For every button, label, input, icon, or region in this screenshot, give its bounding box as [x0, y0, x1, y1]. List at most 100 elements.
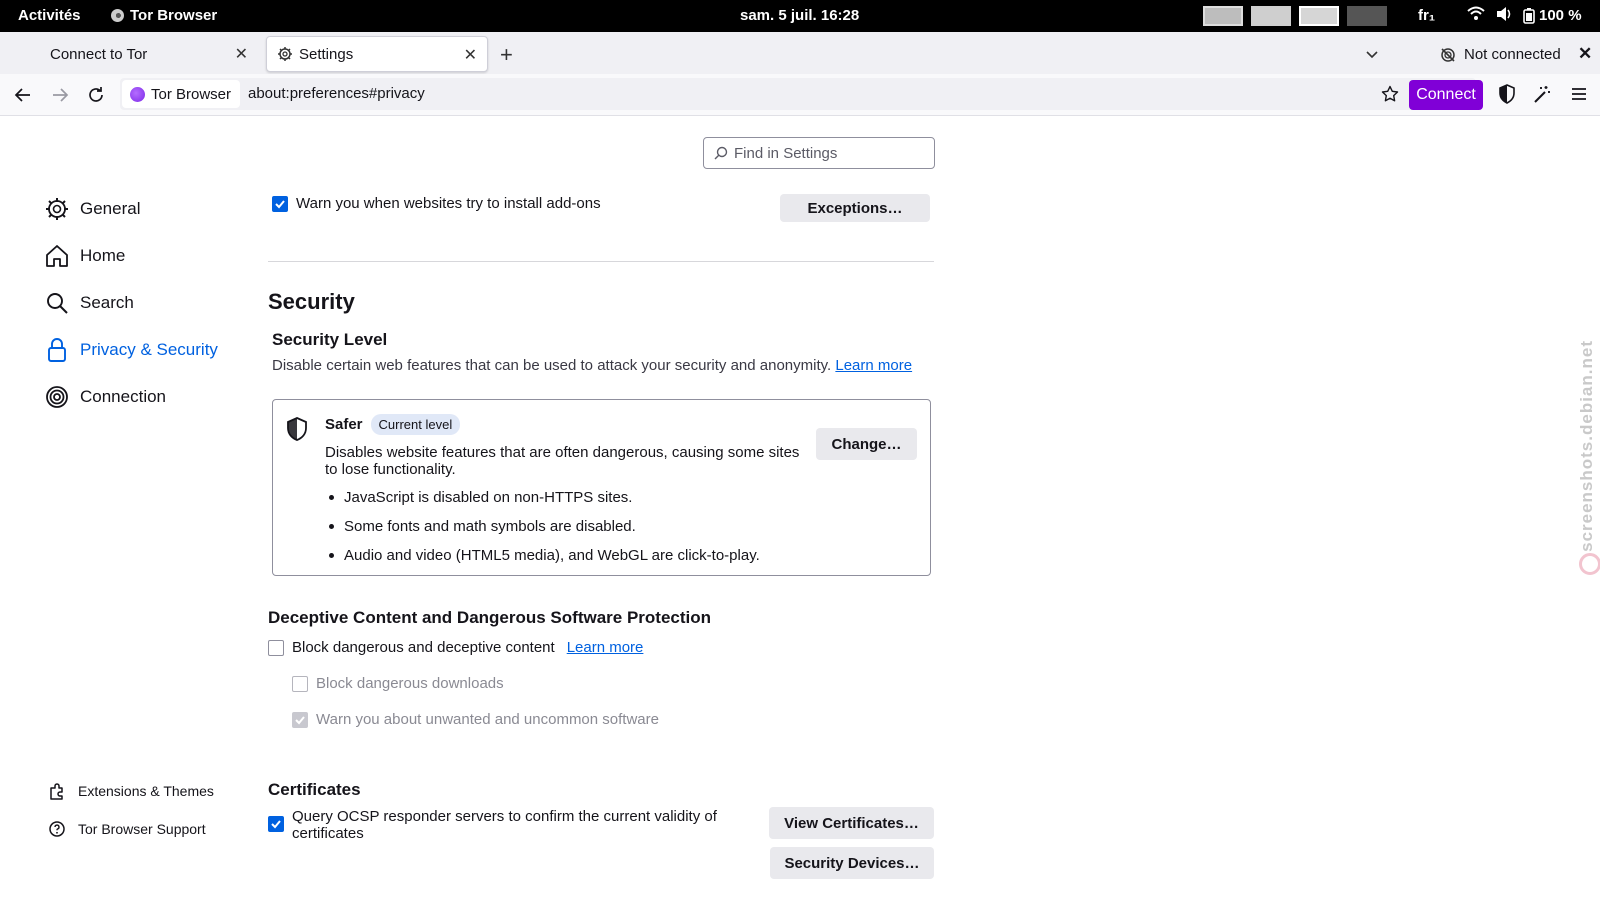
- battery-indicator[interactable]: 100 %: [1523, 7, 1582, 24]
- sidebar-browser-support[interactable]: Tor Browser Support: [48, 820, 206, 838]
- sidebar-label: General: [80, 199, 141, 218]
- gear-icon: [277, 46, 293, 62]
- security-level-card: Safer Current level Disables website fea…: [272, 399, 931, 576]
- summary-line-1: Disables website features that are often…: [325, 444, 800, 461]
- tor-connection-status[interactable]: Not connected: [1440, 46, 1561, 63]
- chevron-down-icon[interactable]: [1364, 46, 1380, 67]
- url-bar[interactable]: Tor Browser about:preferences#privacy: [120, 78, 1476, 110]
- ocsp-checkbox[interactable]: [268, 816, 284, 832]
- disconnected-onion-icon: [1441, 47, 1455, 62]
- security-bullet: JavaScript is disabled on non-HTTPS site…: [329, 489, 632, 506]
- hamburger-menu-icon[interactable]: [1570, 86, 1588, 107]
- gear-icon: [46, 198, 68, 220]
- bullet-text: Some fonts and math symbols are disabled…: [344, 518, 636, 535]
- warn-addons-row[interactable]: Warn you when websites try to install ad…: [272, 195, 601, 212]
- bookmark-star-icon[interactable]: [1381, 85, 1399, 108]
- sidebar-item-privacy-security[interactable]: Privacy & Security: [44, 337, 218, 363]
- tab-settings[interactable]: Settings ✕: [266, 36, 488, 72]
- section-divider: [268, 261, 934, 262]
- deceptive-learn-more-link[interactable]: Learn more: [567, 639, 644, 656]
- sidebar-item-home[interactable]: Home: [44, 243, 125, 269]
- volume-icon: [1497, 7, 1511, 21]
- block-downloads-checkbox[interactable]: [292, 675, 308, 692]
- shield-icon[interactable]: [1498, 84, 1516, 109]
- tab-connect-to-tor[interactable]: Connect to Tor ✕: [40, 36, 258, 72]
- checkmark-icon: [271, 820, 281, 829]
- sidebar-extensions-themes[interactable]: Extensions & Themes: [48, 782, 214, 800]
- warn-addons-checkbox[interactable]: [272, 195, 288, 212]
- block-dangerous-label: Block dangerous and deceptive content: [292, 639, 555, 656]
- app-name: Tor Browser: [130, 7, 218, 24]
- ocsp-row[interactable]: Query OCSP responder servers to confirm …: [268, 808, 717, 842]
- view-certificates-button[interactable]: View Certificates…: [769, 807, 934, 839]
- exceptions-button[interactable]: Exceptions…: [780, 194, 930, 222]
- bullet-text: Audio and video (HTML5 media), and WebGL…: [344, 547, 760, 564]
- sidebar-label: Extensions & Themes: [78, 783, 214, 799]
- block-dangerous-row[interactable]: Block dangerous and deceptive content Le…: [268, 639, 643, 656]
- tor-status-label: Not connected: [1464, 46, 1561, 63]
- security-level-desc-text: Disable certain web features that can be…: [272, 357, 832, 374]
- find-in-settings-input[interactable]: Find in Settings: [703, 137, 935, 169]
- close-tab-icon[interactable]: ✕: [464, 45, 477, 65]
- activities-button[interactable]: Activités: [18, 7, 81, 24]
- ocsp-label: Query OCSP responder servers to confirm …: [292, 808, 717, 842]
- battery-icon: [1523, 7, 1535, 24]
- wifi-icon: [1467, 6, 1485, 20]
- search-icon: [714, 146, 728, 160]
- ocsp-label-line-2: certificates: [292, 825, 364, 842]
- settings-page: Find in Settings General Home Search Pri…: [0, 117, 1600, 900]
- new-identity-wand-icon[interactable]: [1532, 84, 1552, 109]
- workspace-3[interactable]: [1299, 6, 1339, 26]
- system-status-area[interactable]: [1467, 5, 1513, 23]
- sidebar-label: Home: [80, 246, 126, 265]
- ocsp-label-line-1: Query OCSP responder servers to confirm …: [292, 808, 717, 825]
- warn-unwanted-checkbox[interactable]: [292, 711, 308, 728]
- warn-unwanted-row[interactable]: Warn you about unwanted and uncommon sof…: [292, 711, 659, 728]
- battery-percent: 100 %: [1539, 7, 1582, 24]
- current-level-badge: Current level: [370, 414, 461, 435]
- tab-label: Settings: [299, 45, 354, 63]
- keyboard-layout[interactable]: fr₁: [1418, 7, 1435, 24]
- sidebar-item-general[interactable]: General: [44, 196, 140, 222]
- security-heading: Security: [268, 289, 355, 314]
- app-menu[interactable]: Tor Browser: [111, 7, 217, 24]
- change-security-level-button[interactable]: Change…: [816, 428, 917, 460]
- system-top-bar: Activités Tor Browser sam. 5 juil. 16:28…: [0, 0, 1600, 32]
- connect-button[interactable]: Connect: [1409, 80, 1483, 110]
- security-bullet: Audio and video (HTML5 media), and WebGL…: [329, 547, 760, 564]
- search-icon: [47, 293, 68, 314]
- tor-onion-icon: [111, 9, 124, 22]
- close-tab-icon[interactable]: ✕: [235, 44, 248, 64]
- close-window-icon[interactable]: ✕: [1578, 44, 1592, 64]
- help-icon: [49, 821, 65, 837]
- workspace-4[interactable]: [1347, 6, 1387, 26]
- workspace-2[interactable]: [1251, 6, 1291, 26]
- home-icon: [46, 245, 68, 267]
- block-downloads-row[interactable]: Block dangerous downloads: [292, 675, 504, 692]
- onion-icon: [46, 386, 68, 408]
- new-tab-plus-icon[interactable]: +: [500, 42, 513, 68]
- security-learn-more-link[interactable]: Learn more: [835, 357, 912, 374]
- url-text[interactable]: about:preferences#privacy: [248, 85, 425, 102]
- debian-swirl-logo: [1579, 553, 1600, 575]
- site-identity-button[interactable]: Tor Browser: [122, 80, 240, 108]
- warn-unwanted-label: Warn you about unwanted and uncommon sof…: [316, 711, 659, 728]
- lock-icon: [48, 338, 66, 362]
- sidebar-label: Search: [80, 293, 134, 312]
- reload-icon[interactable]: [85, 84, 107, 106]
- block-dangerous-checkbox[interactable]: [268, 639, 284, 656]
- identity-label: Tor Browser: [151, 85, 232, 103]
- clock[interactable]: sam. 5 juil. 16:28: [740, 7, 859, 24]
- watermark-text: screenshots.debian.net: [1577, 340, 1596, 552]
- back-arrow-icon[interactable]: [12, 84, 34, 106]
- shield-icon: [287, 417, 307, 441]
- sidebar-item-connection[interactable]: Connection: [44, 384, 166, 410]
- sidebar-item-search[interactable]: Search: [44, 290, 134, 316]
- workspace-1[interactable]: [1203, 6, 1243, 26]
- forward-arrow-icon[interactable]: [49, 84, 71, 106]
- security-level-summary: Disables website features that are often…: [325, 444, 799, 478]
- bullet-text: JavaScript is disabled on non-HTTPS site…: [344, 489, 633, 506]
- summary-line-2: to lose functionality.: [325, 461, 456, 478]
- sidebar-label: Tor Browser Support: [78, 821, 206, 837]
- security-devices-button[interactable]: Security Devices…: [770, 847, 934, 879]
